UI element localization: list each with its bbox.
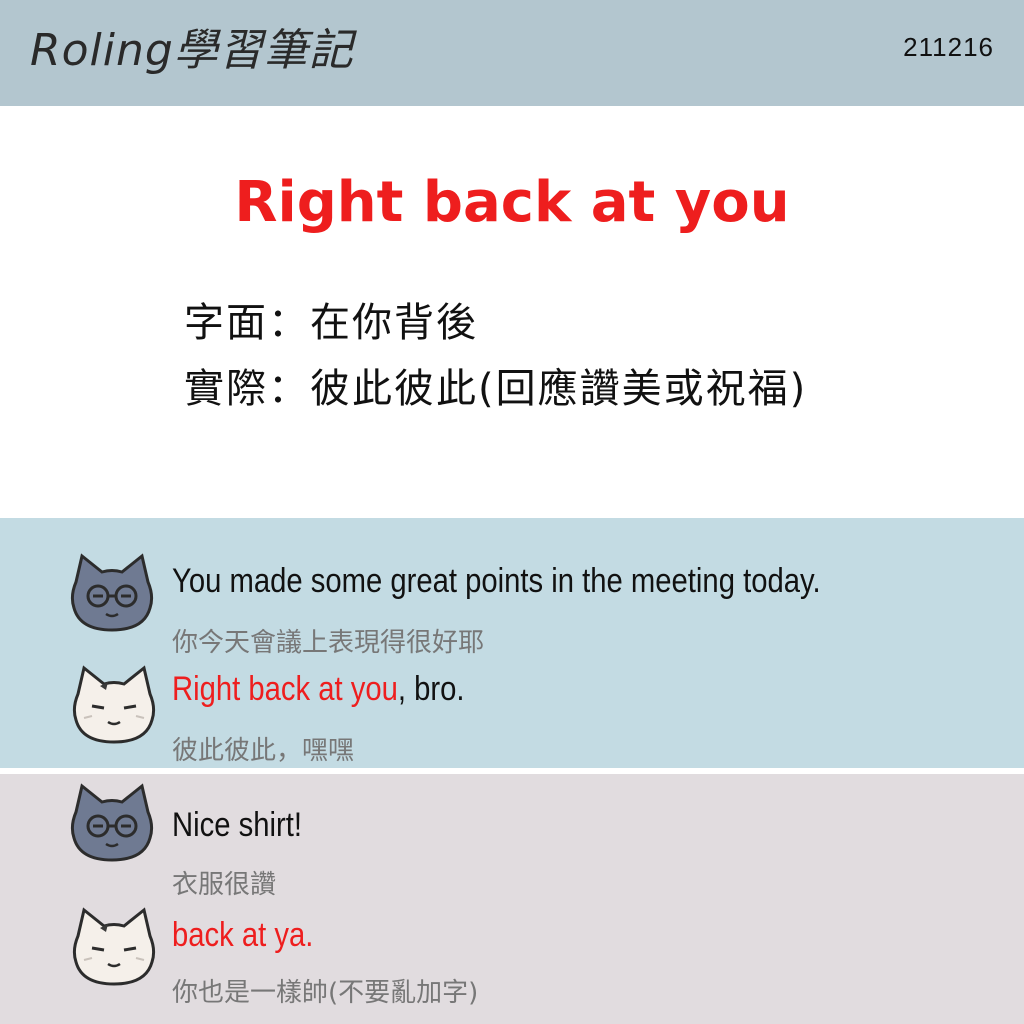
gray-cat-glasses-icon: [70, 553, 154, 632]
dialog-line-3: Nice shirt!: [172, 806, 302, 844]
header-bar: Roling學習筆記 211216: [0, 0, 1024, 106]
phrase-title: Right back at you: [234, 170, 790, 235]
date-label: 211216: [903, 32, 994, 62]
dialog-translation-2: 彼此彼此，嘿嘿: [172, 736, 355, 766]
phrase-highlight: Right back at you: [172, 670, 398, 708]
dialog-line-4: back at ya.: [172, 916, 314, 954]
white-cat-icon: [72, 907, 156, 986]
dialog-panel-2: Nice shirt! 衣服很讚 back at ya. 你也是一樣帥(不要亂加…: [0, 774, 1024, 1024]
dialog-line-1: You made some great points in the meetin…: [172, 562, 821, 600]
actual-meaning: 實際：彼此彼此(回應讚美或祝福): [184, 366, 808, 412]
dialog-translation-1: 你今天會議上表現得很好耶: [172, 628, 485, 658]
brand-logo: Roling學習筆記: [30, 25, 354, 76]
dialog-translation-3: 衣服很讚: [172, 870, 277, 900]
literal-meaning: 字面：在你背後: [184, 300, 478, 346]
dialog-line-2-rest: , bro.: [397, 670, 465, 708]
dialog-translation-4: 你也是一樣帥(不要亂加字): [172, 978, 479, 1008]
gray-cat-glasses-icon: [70, 783, 154, 862]
white-cat-icon: [72, 665, 156, 744]
dialog-line-2: Right back at you, bro.: [172, 670, 465, 709]
dialog-panel-1: You made some great points in the meetin…: [0, 518, 1024, 768]
